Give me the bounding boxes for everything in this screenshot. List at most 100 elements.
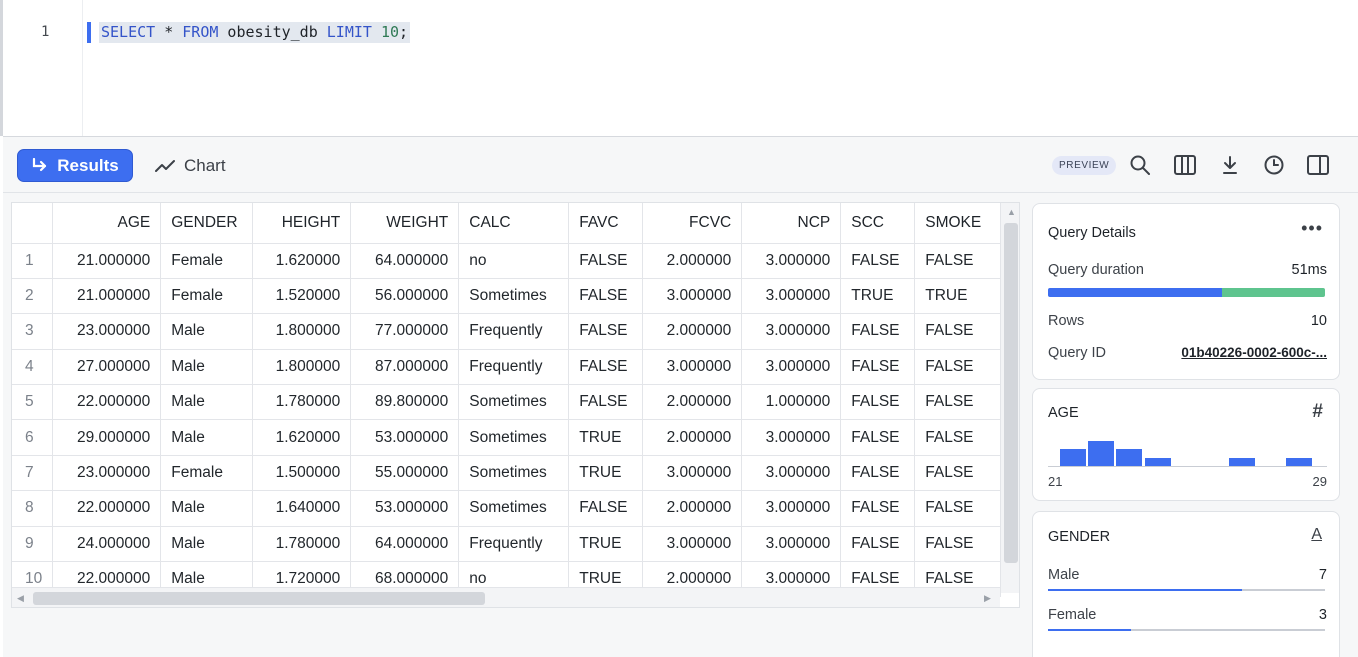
gender-column-card[interactable]: GENDER A Male 7 Female 3 [1032, 511, 1340, 657]
table-cell[interactable]: Female [160, 243, 254, 279]
more-horizontal-icon[interactable]: ••• [1301, 218, 1323, 239]
table-cell[interactable]: FALSE [568, 313, 644, 350]
table-cell[interactable]: 53.000000 [350, 419, 460, 456]
table-cell[interactable]: 3.000000 [741, 349, 842, 386]
table-cell[interactable]: FALSE [840, 384, 916, 421]
table-cell[interactable]: 23.000000 [52, 455, 162, 492]
table-cell[interactable]: Female [160, 455, 254, 492]
table-cell[interactable]: Sometimes [458, 278, 570, 315]
table-cell[interactable]: FALSE [840, 313, 916, 350]
table-cell[interactable]: Female [160, 278, 254, 315]
table-cell[interactable]: FALSE [568, 490, 644, 527]
histogram-bar[interactable] [1229, 457, 1256, 466]
table-cell[interactable]: 22.000000 [52, 384, 162, 421]
table-cell[interactable]: Frequently [458, 526, 570, 563]
table-cell[interactable]: 2.000000 [642, 490, 743, 527]
horizontal-scroll-thumb[interactable] [33, 592, 485, 605]
table-cell[interactable]: 1.500000 [252, 455, 352, 492]
table-cell[interactable]: FALSE [914, 526, 1002, 563]
column-header[interactable]: FCVC [642, 203, 743, 244]
scroll-right-arrow-icon[interactable]: ▶ [984, 593, 991, 604]
table-cell[interactable]: Sometimes [458, 490, 570, 527]
table-cell[interactable]: 3.000000 [741, 313, 842, 350]
table-cell[interactable]: FALSE [840, 455, 916, 492]
table-cell[interactable]: 56.000000 [350, 278, 460, 315]
table-cell[interactable]: 21.000000 [52, 243, 162, 279]
column-header[interactable]: SMOKE [914, 203, 1002, 244]
table-cell[interactable]: 53.000000 [350, 490, 460, 527]
table-row[interactable]: 8 22.000000 Male 1.640000 53.000000 Sometimes… [12, 490, 1002, 527]
table-cell[interactable]: 3.000000 [741, 243, 842, 279]
column-header[interactable]: SCC [840, 203, 916, 244]
histogram-bar[interactable] [1144, 457, 1171, 466]
table-cell[interactable]: TRUE [568, 419, 644, 456]
age-column-card[interactable]: AGE # 21 29 [1032, 388, 1340, 501]
table-cell[interactable]: 23.000000 [52, 313, 162, 350]
table-cell[interactable]: 21.000000 [52, 278, 162, 315]
table-cell[interactable]: Sometimes [458, 455, 570, 492]
table-row[interactable]: 2 21.000000 Female 1.520000 56.000000 Sometim… [12, 278, 1002, 315]
table-cell[interactable]: FALSE [914, 455, 1002, 492]
table-row[interactable]: 5 22.000000 Male 1.780000 89.800000 Sometimes… [12, 384, 1002, 421]
column-header[interactable]: WEIGHT [350, 203, 460, 244]
table-cell[interactable]: 55.000000 [350, 455, 460, 492]
horizontal-scrollbar[interactable]: ◀ ▶ [12, 587, 1000, 607]
column-header[interactable]: GENDER [160, 203, 254, 244]
scroll-up-arrow-icon[interactable]: ▲ [1007, 207, 1016, 217]
table-cell[interactable]: FALSE [840, 490, 916, 527]
table-cell[interactable]: 87.000000 [350, 349, 460, 386]
table-cell[interactable]: FALSE [914, 349, 1002, 386]
table-cell[interactable]: 1.780000 [252, 526, 352, 563]
table-cell[interactable]: no [458, 243, 570, 279]
table-cell[interactable]: TRUE [840, 278, 916, 315]
table-cell[interactable]: 3.000000 [741, 526, 842, 563]
table-cell[interactable]: FALSE [914, 419, 1002, 456]
column-header[interactable]: CALC [458, 203, 570, 244]
table-cell[interactable]: FALSE [914, 384, 1002, 421]
table-cell[interactable]: 1.620000 [252, 243, 352, 279]
histogram-bar[interactable] [1060, 449, 1086, 466]
table-cell[interactable]: FALSE [568, 349, 644, 386]
table-cell[interactable]: TRUE [568, 526, 644, 563]
table-cell[interactable]: Male [160, 419, 254, 456]
column-header[interactable]: HEIGHT [252, 203, 352, 244]
table-cell[interactable]: 27.000000 [52, 349, 162, 386]
table-cell[interactable]: 2.000000 [642, 384, 743, 421]
column-header[interactable]: FAVC [568, 203, 644, 244]
table-row[interactable]: 3 23.000000 Male 1.800000 77.000000 Frequentl… [12, 313, 1002, 350]
table-row[interactable]: 7 23.000000 Female 1.500000 55.000000 Sometim… [12, 455, 1002, 492]
table-cell[interactable]: Sometimes [458, 419, 570, 456]
vertical-scroll-thumb[interactable] [1004, 223, 1018, 563]
table-cell[interactable]: FALSE [568, 278, 644, 315]
table-cell[interactable]: 1.800000 [252, 349, 352, 386]
table-cell[interactable]: 3.000000 [741, 490, 842, 527]
table-cell[interactable]: 2.000000 [642, 243, 743, 279]
results-tab-button[interactable]: Results [17, 149, 133, 182]
table-cell[interactable]: Frequently [458, 313, 570, 350]
column-header[interactable]: NCP [741, 203, 842, 244]
table-cell[interactable]: 1.780000 [252, 384, 352, 421]
column-header[interactable]: AGE [52, 203, 162, 244]
table-cell[interactable]: 3.000000 [642, 278, 743, 315]
histogram-bar[interactable] [1285, 457, 1312, 466]
table-row[interactable]: 4 27.000000 Male 1.800000 87.000000 Frequentl… [12, 349, 1002, 386]
table-cell[interactable]: 77.000000 [350, 313, 460, 350]
table-cell[interactable]: 29.000000 [52, 419, 162, 456]
table-cell[interactable]: FALSE [568, 384, 644, 421]
table-cell[interactable]: TRUE [568, 455, 644, 492]
table-cell[interactable]: 3.000000 [642, 526, 743, 563]
table-cell[interactable]: 1.640000 [252, 490, 352, 527]
history-icon[interactable] [1262, 153, 1286, 177]
table-row[interactable]: 1 21.000000 Female 1.620000 64.000000 no FALSE… [12, 243, 1002, 279]
vertical-scrollbar[interactable]: ▲ [1000, 203, 1019, 593]
table-cell[interactable]: Male [160, 313, 254, 350]
table-cell[interactable]: 1.620000 [252, 419, 352, 456]
table-cell[interactable]: 3.000000 [741, 278, 842, 315]
table-cell[interactable]: FALSE [840, 243, 916, 279]
table-cell[interactable]: 2.000000 [642, 313, 743, 350]
query-id-link[interactable]: 01b40226-0002-600c-... [1181, 345, 1327, 360]
table-cell[interactable]: 64.000000 [350, 243, 460, 279]
table-cell[interactable]: 22.000000 [52, 490, 162, 527]
table-cell[interactable]: 89.800000 [350, 384, 460, 421]
table-cell[interactable]: 1.000000 [741, 384, 842, 421]
